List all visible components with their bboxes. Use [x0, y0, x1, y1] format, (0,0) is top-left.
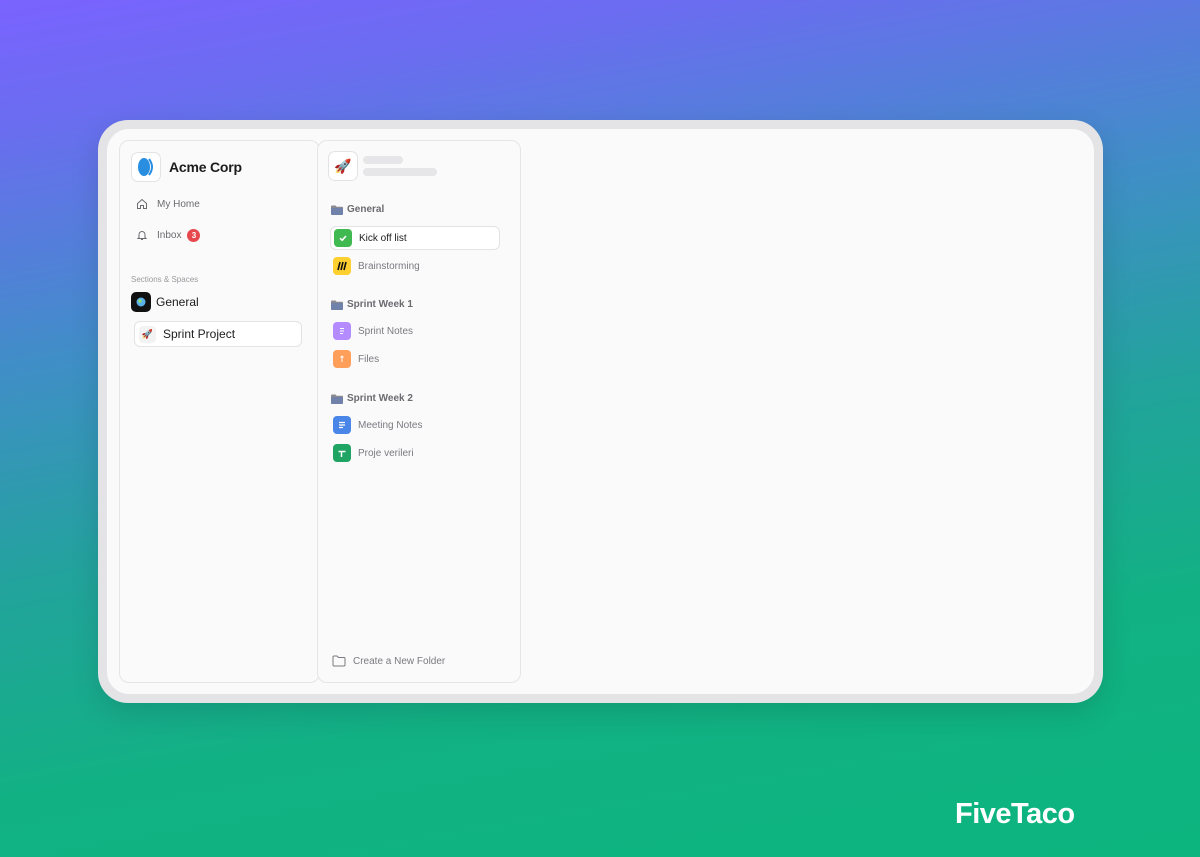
bell-icon: [134, 227, 150, 243]
project-sprint-project[interactable]: 🚀 Sprint Project: [134, 321, 302, 347]
folder-general[interactable]: General: [331, 204, 384, 215]
project-panel: 🚀 General Kick off list Brainstorming Sp…: [317, 140, 521, 683]
folder-icon: [331, 394, 343, 404]
doc-sprint-notes[interactable]: Sprint Notes: [330, 319, 500, 343]
folder-outline-icon: [332, 655, 346, 667]
app-window: Acme Corp My Home Inbox 3 Sections & Spa…: [107, 129, 1094, 694]
checkbox-icon: [334, 229, 352, 247]
create-folder-button[interactable]: Create a New Folder: [332, 655, 445, 667]
inbox-count-badge: 3: [187, 228, 201, 242]
rocket-icon[interactable]: 🚀: [328, 151, 358, 181]
doc-kick-off-list[interactable]: Kick off list: [330, 226, 500, 250]
brand-logo: FiveTaco: [955, 798, 1075, 830]
workspace-header[interactable]: Acme Corp: [131, 152, 242, 182]
google-sheets-icon: [333, 444, 351, 462]
project-name: Sprint Project: [163, 327, 236, 341]
nav-my-home-label: My Home: [157, 198, 200, 210]
globe-icon: [131, 292, 151, 312]
rocket-icon: 🚀: [139, 325, 156, 343]
device-frame: Acme Corp My Home Inbox 3 Sections & Spa…: [98, 120, 1103, 703]
space-general[interactable]: General: [131, 292, 199, 312]
doc-brainstorming-label: Brainstorming: [358, 260, 420, 272]
workspace-name: Acme Corp: [169, 159, 242, 175]
doc-sprint-notes-label: Sprint Notes: [358, 325, 414, 337]
nav-my-home[interactable]: My Home: [134, 196, 200, 212]
nav-inbox-label: Inbox: [157, 229, 182, 241]
sidebar: Acme Corp My Home Inbox 3 Sections & Spa…: [119, 140, 320, 683]
folder-sprint-week-1[interactable]: Sprint Week 1: [331, 299, 413, 310]
doc-brainstorming[interactable]: Brainstorming: [330, 254, 500, 278]
miro-icon: [333, 257, 351, 275]
file-icon: [333, 350, 351, 368]
folder-sprint-week-1-label: Sprint Week 1: [347, 299, 413, 310]
workspace-logo-icon: [131, 152, 161, 182]
subtitle-skeleton: [363, 168, 437, 176]
folder-sprint-week-2-label: Sprint Week 2: [347, 393, 413, 404]
doc-kick-off-list-label: Kick off list: [359, 232, 407, 244]
google-docs-icon: [333, 416, 351, 434]
create-folder-label: Create a New Folder: [353, 655, 446, 667]
home-icon: [134, 196, 150, 212]
notes-icon: [333, 322, 351, 340]
doc-proje-verileri-label: Proje verileri: [358, 447, 414, 459]
doc-proje-verileri[interactable]: Proje verileri: [330, 441, 500, 465]
doc-meeting-notes-label: Meeting Notes: [358, 419, 423, 431]
folder-general-label: General: [347, 204, 385, 215]
folder-icon: [331, 300, 343, 310]
folder-icon: [331, 205, 343, 215]
sections-heading: Sections & Spaces: [131, 275, 199, 284]
doc-files[interactable]: Files: [330, 347, 500, 371]
folder-sprint-week-2[interactable]: Sprint Week 2: [331, 393, 413, 404]
nav-inbox[interactable]: Inbox 3: [134, 227, 201, 243]
doc-files-label: Files: [358, 353, 380, 365]
title-skeleton: [363, 156, 403, 164]
doc-meeting-notes[interactable]: Meeting Notes: [330, 413, 500, 437]
space-general-label: General: [156, 295, 199, 309]
